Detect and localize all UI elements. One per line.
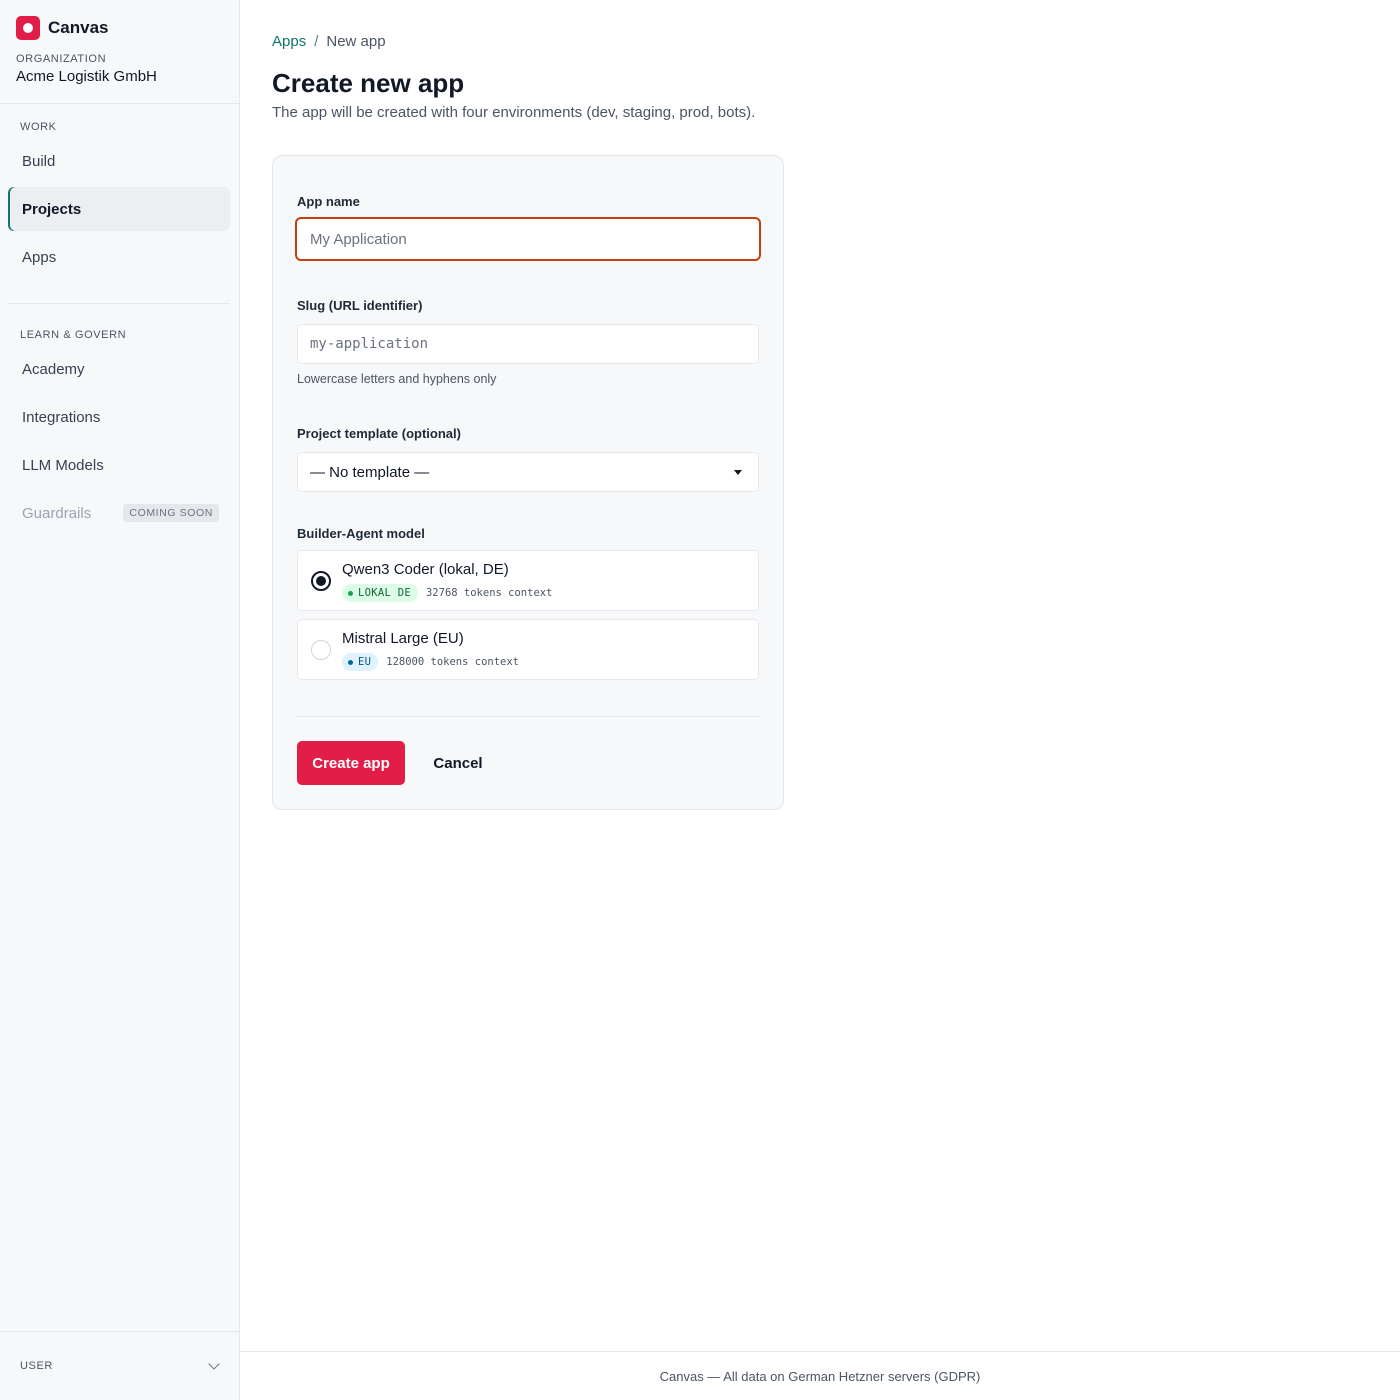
sidebar-item-label: Projects	[22, 200, 82, 218]
model-meta: EU 128000 tokens context	[342, 653, 519, 671]
sidebar-item-label: Apps	[22, 248, 57, 266]
sidebar-item-academy[interactable]: Academy	[8, 347, 230, 391]
organization-name: Acme Logistik GmbH	[16, 68, 157, 85]
region-badge: LOKAL DE	[342, 584, 418, 602]
breadcrumb-current: New app	[326, 33, 386, 50]
context-size: 32768 tokens context	[425, 587, 553, 599]
create-app-button[interactable]: Create app	[297, 741, 405, 785]
sidebar-item-label: Build	[22, 152, 56, 170]
divider	[8, 303, 230, 304]
model-label: Builder-Agent model	[297, 526, 425, 541]
sidebar-item-label: LLM Models	[22, 456, 104, 474]
status-dot-icon	[348, 659, 353, 665]
app-name-label: App name	[297, 194, 360, 209]
model-meta: LOKAL DE 32768 tokens context	[342, 584, 552, 602]
model-option-mistral-large[interactable]: Mistral Large (EU) EU 128000 tokens cont…	[297, 619, 759, 680]
sidebar-item-llm-models[interactable]: LLM Models	[8, 443, 230, 487]
template-label: Project template (optional)	[297, 426, 461, 441]
divider	[0, 1331, 239, 1332]
region-badge: EU	[342, 653, 379, 671]
sidebar-item-apps[interactable]: Apps	[8, 235, 230, 279]
app-name-input[interactable]	[295, 217, 761, 261]
section-label-work: WORK	[20, 121, 57, 133]
page-subtitle: The app will be created with four enviro…	[272, 104, 756, 121]
create-app-form: App name Slug (URL identifier) Lowercase…	[272, 155, 784, 810]
sidebar-item-integrations[interactable]: Integrations	[8, 395, 230, 439]
brand[interactable]: Canvas	[16, 16, 108, 40]
status-dot-icon	[348, 590, 353, 596]
breadcrumb: Apps / New app	[272, 33, 386, 50]
model-name: Qwen3 Coder (lokal, DE)	[342, 561, 509, 578]
section-label-learn-govern: LEARN & GOVERN	[20, 329, 127, 341]
model-option-qwen3-coder[interactable]: Qwen3 Coder (lokal, DE) LOKAL DE 32768 t…	[297, 550, 759, 611]
cancel-button[interactable]: Cancel	[421, 741, 495, 785]
sidebar-item-label: Integrations	[22, 408, 101, 426]
radio-button[interactable]	[311, 640, 331, 660]
sidebar-item-label: Guardrails	[22, 504, 92, 522]
canvas-logo-icon	[16, 16, 40, 40]
divider	[0, 103, 239, 104]
context-size: 128000 tokens context	[386, 656, 520, 668]
model-name: Mistral Large (EU)	[342, 630, 464, 647]
template-select[interactable]: — No template —	[297, 452, 759, 492]
organization-label: ORGANIZATION	[16, 53, 107, 65]
sidebar: Canvas ORGANIZATION Acme Logistik GmbH W…	[0, 0, 240, 1400]
slug-input[interactable]	[297, 324, 759, 364]
breadcrumb-link-apps[interactable]: Apps	[272, 33, 306, 50]
sidebar-item-build[interactable]: Build	[8, 139, 230, 183]
page-title: Create new app	[272, 68, 465, 98]
sidebar-item-label: Academy	[22, 360, 85, 378]
sidebar-item-guardrails: Guardrails COMING SOON	[8, 491, 230, 535]
slug-label: Slug (URL identifier)	[297, 298, 423, 313]
region-badge-label: EU	[358, 656, 372, 668]
brand-name: Canvas	[48, 18, 109, 37]
user-menu[interactable]: USER	[8, 1350, 230, 1382]
coming-soon-badge: COMING SOON	[123, 504, 219, 522]
sidebar-item-projects[interactable]: Projects	[8, 187, 230, 231]
chevron-down-icon	[208, 1358, 220, 1370]
footer-text: Canvas — All data on German Hetzner serv…	[659, 1368, 981, 1384]
template-selected-value: — No template —	[310, 463, 430, 481]
user-label: USER	[20, 1360, 53, 1372]
footer: Canvas — All data on German Hetzner serv…	[240, 1351, 1400, 1400]
divider	[297, 716, 759, 717]
slug-hint: Lowercase letters and hyphens only	[297, 372, 497, 386]
region-badge-label: LOKAL DE	[358, 587, 411, 599]
breadcrumb-separator: /	[314, 33, 319, 50]
radio-button[interactable]	[311, 571, 331, 591]
caret-down-icon	[734, 469, 742, 475]
